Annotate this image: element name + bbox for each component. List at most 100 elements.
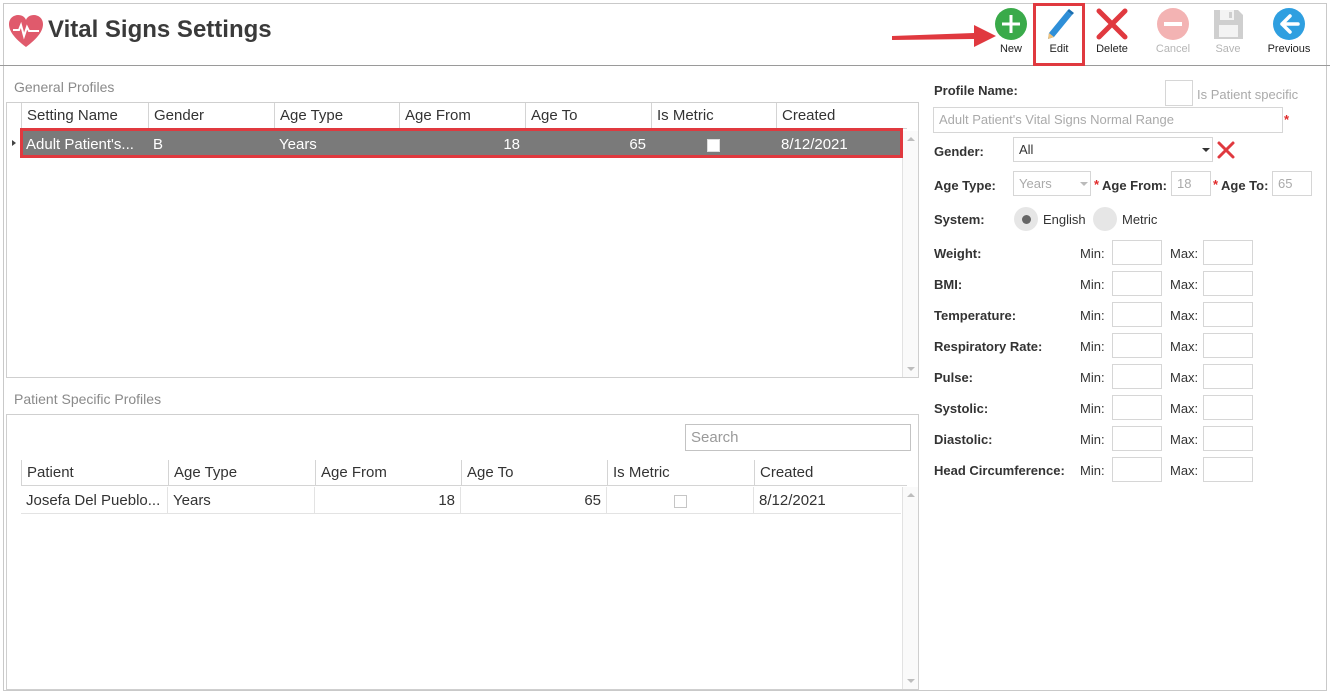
weight-max-label: Max: [1170,246,1199,261]
systolic-max-label: Max: [1170,401,1199,416]
age-from-field[interactable]: 18 [1171,171,1211,196]
temperature-min-field[interactable] [1112,302,1162,327]
metric-label: Metric [1122,212,1158,227]
patient-profiles-label: Patient Specific Profiles [14,391,162,407]
head-circumference-max-field[interactable] [1203,457,1253,482]
temperature-max-label: Max: [1170,308,1199,323]
gender-value: All [1019,142,1034,157]
head-circumference-min-field[interactable] [1112,457,1162,482]
required-asterisk: * [1284,112,1290,127]
bmi-min-label: Min: [1080,277,1105,292]
weight-max-field[interactable] [1203,240,1253,265]
column-is-metric[interactable]: Is Metric [651,103,776,128]
metric-radio[interactable] [1093,207,1117,231]
scroll-down-icon[interactable] [907,679,915,683]
head-circumference-max-label: Max: [1170,463,1199,478]
column-age-to[interactable]: Age To [525,103,651,128]
systolic-min-field[interactable] [1112,395,1162,420]
english-label: English [1043,212,1086,227]
age-type-value: Years [1019,176,1052,191]
diastolic-min-label: Min: [1080,432,1105,447]
chevron-down-icon [1080,182,1088,186]
table-row[interactable]: Josefa Del Pueblo... Years 18 65 8/12/20… [21,487,901,514]
gender-label: Gender: [934,144,984,159]
arrow-left-circle-icon [1273,8,1305,40]
column-created[interactable]: Created [754,460,901,485]
required-asterisk: * [1094,177,1100,192]
diastolic-min-field[interactable] [1112,426,1162,451]
pulse-min-field[interactable] [1112,364,1162,389]
cell-age-from: 18 [315,487,461,513]
bmi-label: BMI: [934,277,963,292]
plus-circle-icon [995,8,1027,40]
systolic-max-field[interactable] [1203,395,1253,420]
pulse-label: Pulse: [934,370,974,385]
previous-button[interactable]: Previous [1261,6,1317,64]
scroll-up-icon[interactable] [907,137,915,141]
respiratory-rate-max-label: Max: [1170,339,1199,354]
general-grid-header: Setting Name Gender Age Type Age From Ag… [21,103,907,129]
clear-x-icon[interactable] [1216,140,1236,160]
search-input[interactable]: Search [685,424,911,451]
save-button[interactable]: Save [1200,6,1256,64]
column-gender[interactable]: Gender [148,103,274,128]
cancel-button[interactable]: Cancel [1145,6,1201,64]
radio-selected-dot [1022,215,1031,224]
age-from-label: Age From: [1102,178,1167,193]
diastolic-max-field[interactable] [1203,426,1253,451]
profile-name-field[interactable]: Adult Patient's Vital Signs Normal Range [933,107,1283,133]
patient-grid-scrollbar[interactable] [902,487,918,689]
delete-x-icon [1096,8,1128,40]
column-age-to[interactable]: Age To [461,460,607,485]
bmi-min-field[interactable] [1112,271,1162,296]
column-setting-name[interactable]: Setting Name [21,103,148,128]
column-is-metric[interactable]: Is Metric [607,460,754,485]
required-asterisk: * [1213,177,1219,192]
floppy-disk-icon [1214,10,1243,39]
column-age-from[interactable]: Age From [399,103,525,128]
page-title: Vital Signs Settings [48,16,272,43]
general-grid-scrollbar[interactable] [902,131,918,377]
previous-label: Previous [1267,43,1311,55]
temperature-min-label: Min: [1080,308,1105,323]
delete-button[interactable]: Delete [1084,6,1140,64]
temperature-label: Temperature: [934,308,1017,323]
is-metric-checkbox[interactable] [673,494,687,508]
age-type-select[interactable]: Years [1013,171,1091,196]
weight-min-field[interactable] [1112,240,1162,265]
column-patient[interactable]: Patient [21,460,168,485]
cancel-label: Cancel [1155,43,1191,55]
pulse-min-label: Min: [1080,370,1105,385]
profile-name-value: Adult Patient's Vital Signs Normal Range [939,112,1174,127]
is-patient-specific-label: Is Patient specific [1197,87,1299,102]
head-circumference-label: Head Circumference: [934,463,1065,478]
respiratory-rate-label: Respiratory Rate: [934,339,1043,354]
cell-age-type: Years [168,487,315,513]
gender-select[interactable]: All [1013,137,1213,162]
cell-is-metric [607,487,754,513]
column-created[interactable]: Created [776,103,902,128]
english-radio[interactable] [1014,207,1038,231]
column-age-type[interactable]: Age Type [168,460,315,485]
respiratory-rate-min-field[interactable] [1112,333,1162,358]
age-to-value: 65 [1278,176,1293,191]
systolic-label: Systolic: [934,401,989,416]
save-label: Save [1215,43,1241,55]
cell-age-to: 65 [461,487,607,513]
scroll-down-icon[interactable] [907,367,915,371]
column-age-type[interactable]: Age Type [274,103,399,128]
age-to-label: Age To: [1221,178,1269,193]
column-age-from[interactable]: Age From [315,460,461,485]
bmi-max-field[interactable] [1203,271,1253,296]
respiratory-rate-max-field[interactable] [1203,333,1253,358]
systolic-min-label: Min: [1080,401,1105,416]
head-circumference-min-label: Min: [1080,463,1105,478]
age-to-field[interactable]: 65 [1272,171,1312,196]
pulse-max-field[interactable] [1203,364,1253,389]
age-type-label: Age Type: [934,178,996,193]
is-patient-specific-checkbox[interactable] [1165,80,1193,106]
chevron-down-icon [1202,148,1210,152]
temperature-max-field[interactable] [1203,302,1253,327]
row-indicator-icon [12,140,16,146]
scroll-up-icon[interactable] [907,493,915,497]
